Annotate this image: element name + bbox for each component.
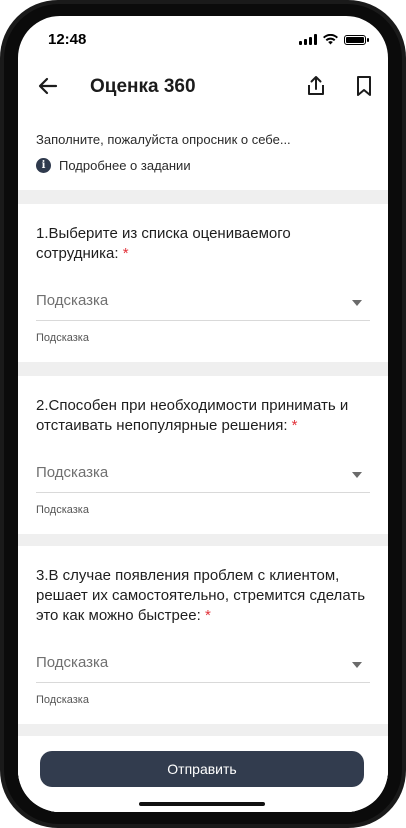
- question-card: 2.Способен при необходимости принимать и…: [18, 376, 388, 534]
- required-mark: *: [291, 417, 298, 434]
- question-text: 1.Выберите из списка оцениваемого сотруд…: [36, 224, 371, 264]
- intro-text: Заполните, пожалуйста опросник о себе...: [36, 132, 291, 147]
- dropdown-arrow-icon: [352, 662, 362, 668]
- signal-icon: [299, 34, 317, 45]
- answer-select[interactable]: Подсказка: [36, 650, 370, 683]
- question-label: 3.В случае появления проблем с клиентом,…: [36, 567, 366, 624]
- status-bar: 12:48: [18, 16, 388, 60]
- app-header: Оценка 360: [18, 60, 388, 116]
- field-hint: Подсказка: [36, 694, 89, 706]
- select-placeholder: Подсказка: [36, 292, 109, 309]
- question-label: 1.Выберите из списка оцениваемого сотруд…: [36, 225, 291, 262]
- question-card: 1.Выберите из списка оцениваемого сотруд…: [18, 204, 388, 362]
- submit-button[interactable]: Отправить: [40, 751, 364, 787]
- select-placeholder: Подсказка: [36, 464, 109, 481]
- back-arrow-icon[interactable]: [36, 74, 60, 98]
- intro-card: Заполните, пожалуйста опросник о себе...…: [18, 116, 388, 190]
- status-time: 12:48: [48, 31, 87, 48]
- form-content[interactable]: Заполните, пожалуйста опросник о себе...…: [18, 116, 388, 812]
- required-mark: *: [204, 607, 211, 624]
- phone-frame: 12:48 Оценка 360 Заполните, пожалуйста о…: [0, 0, 406, 828]
- side-button: [0, 150, 2, 180]
- screen: 12:48 Оценка 360 Заполните, пожалуйста о…: [18, 16, 388, 812]
- battery-icon: [344, 34, 369, 45]
- page-title: Оценка 360: [90, 76, 196, 97]
- home-indicator[interactable]: [139, 802, 265, 806]
- bottom-bar: Отправить: [18, 736, 388, 812]
- field-hint: Подсказка: [36, 332, 89, 344]
- required-mark: *: [122, 245, 129, 262]
- status-icons: [299, 34, 369, 45]
- question-label: 2.Способен при необходимости принимать и…: [36, 397, 349, 434]
- answer-select[interactable]: Подсказка: [36, 460, 370, 493]
- bookmark-icon[interactable]: [352, 74, 376, 98]
- question-text: 3.В случае появления проблем с клиентом,…: [36, 566, 371, 626]
- select-placeholder: Подсказка: [36, 654, 109, 671]
- details-label: Подробнее о задании: [59, 158, 191, 173]
- details-link[interactable]: i Подробнее о задании: [36, 158, 191, 173]
- info-icon: i: [36, 158, 51, 173]
- question-card: 3.В случае появления проблем с клиентом,…: [18, 546, 388, 724]
- dropdown-arrow-icon: [352, 472, 362, 478]
- field-hint: Подсказка: [36, 504, 89, 516]
- wifi-icon: [323, 34, 338, 45]
- question-text: 2.Способен при необходимости принимать и…: [36, 396, 371, 436]
- dropdown-arrow-icon: [352, 300, 362, 306]
- employee-select[interactable]: Подсказка: [36, 288, 370, 321]
- share-icon[interactable]: [304, 74, 328, 98]
